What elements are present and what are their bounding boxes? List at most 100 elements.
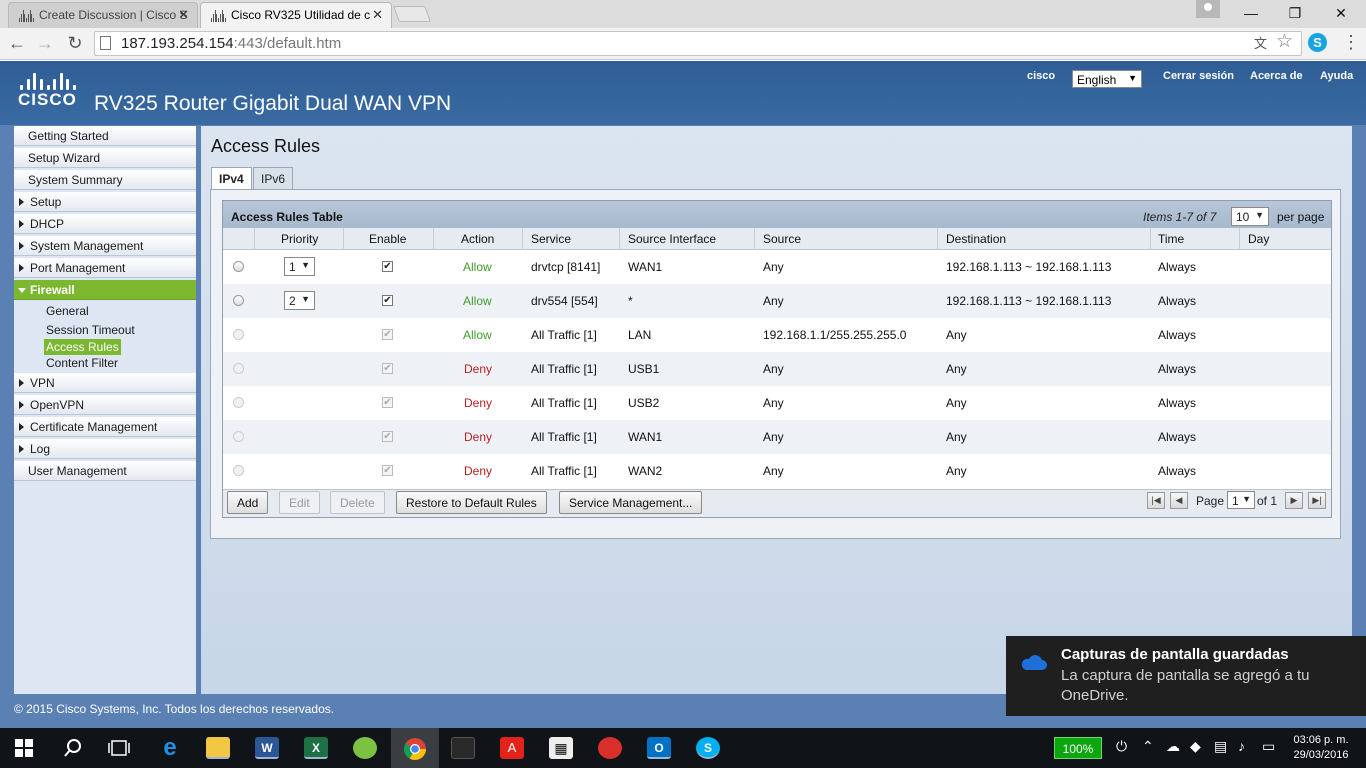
clock[interactable]: 03:06 p. m. 29/03/2016 xyxy=(1286,733,1356,763)
power-plug-icon[interactable]: ⏻ xyxy=(1116,738,1127,755)
reload-icon[interactable]: ↻ xyxy=(64,33,86,54)
close-tab-icon[interactable]: ✕ xyxy=(178,7,189,23)
acrobat-icon[interactable]: A xyxy=(500,737,524,759)
calculator-icon[interactable]: ▦ xyxy=(549,737,573,759)
copyright: © 2015 Cisco Systems, Inc. Todos los der… xyxy=(14,702,335,716)
nav-system-summary[interactable]: System Summary xyxy=(14,170,196,190)
notification-body: La captura de pantalla se agregó a tu On… xyxy=(1061,667,1310,704)
edit-button[interactable]: Edit xyxy=(279,491,320,514)
expand-arrow-icon xyxy=(19,198,24,206)
nav-vpn[interactable]: VPN xyxy=(14,373,196,393)
nav-sub-general[interactable]: General xyxy=(44,303,91,319)
bookmark-star-icon[interactable]: ☆ xyxy=(1276,30,1293,53)
action-center-icon[interactable]: ▭ xyxy=(1262,738,1275,755)
row-select-radio xyxy=(233,465,244,476)
priority-select[interactable]: 2 ▼ xyxy=(284,291,315,310)
per-page-label: per page xyxy=(1277,210,1325,224)
app-icon[interactable] xyxy=(451,737,475,759)
word-icon[interactable]: W xyxy=(255,737,279,759)
battery-indicator[interactable]: 100% xyxy=(1054,737,1102,759)
service-cell: All Traffic [1] xyxy=(531,328,597,342)
next-page-icon[interactable]: ▶ xyxy=(1285,492,1303,509)
edge-icon[interactable]: e xyxy=(158,736,182,760)
col-enable: Enable xyxy=(369,232,407,246)
onedrive-cloud-icon xyxy=(1021,655,1047,670)
nav-sub-access-rules[interactable]: Access Rules xyxy=(44,339,121,355)
close-tab-icon[interactable]: ✕ xyxy=(372,7,383,23)
skype-icon[interactable]: S xyxy=(696,737,720,759)
minimize-icon[interactable]: — xyxy=(1228,0,1274,26)
action-cell: Allow xyxy=(463,294,492,308)
row-select-radio[interactable] xyxy=(233,261,244,272)
browser-menu-icon[interactable]: ⋮ xyxy=(1342,32,1360,53)
about-link[interactable]: Acerca de xyxy=(1250,70,1303,82)
windows-start-icon[interactable] xyxy=(15,739,33,757)
priority-select[interactable]: 1 ▼ xyxy=(284,257,315,276)
language-select[interactable]: English ▼ xyxy=(1072,70,1142,88)
add-button[interactable]: Add xyxy=(227,491,269,514)
per-page-select[interactable]: 10 ▼ xyxy=(1231,207,1269,226)
current-user: cisco xyxy=(1027,70,1056,82)
new-tab-button[interactable] xyxy=(393,6,431,22)
close-window-icon[interactable]: ✕ xyxy=(1318,0,1364,26)
back-arrow-icon[interactable]: ← xyxy=(6,33,28,54)
col-action: Action xyxy=(461,232,495,246)
service-cell: All Traffic [1] xyxy=(531,362,597,376)
nav-sub-content-filter[interactable]: Content Filter xyxy=(44,355,120,371)
nav-port-management[interactable]: Port Management xyxy=(14,258,196,278)
help-link[interactable]: Ayuda xyxy=(1320,70,1353,82)
nav-getting-started[interactable]: Getting Started xyxy=(14,126,196,146)
nav-log[interactable]: Log xyxy=(14,439,196,459)
network-icon[interactable]: ▤ xyxy=(1214,738,1227,755)
logout-link[interactable]: Cerrar sesión xyxy=(1163,70,1234,82)
nav-label: Certificate Management xyxy=(30,420,158,434)
browser-tab-create-discussion[interactable]: Create Discussion | Cisco S ✕ xyxy=(8,2,198,28)
service-cell: All Traffic [1] xyxy=(531,430,597,444)
service-management-button[interactable]: Service Management... xyxy=(559,491,703,514)
translate-icon[interactable]: 文 xyxy=(1254,33,1272,51)
first-page-icon[interactable]: |◀ xyxy=(1147,492,1165,509)
tab-ipv6[interactable]: IPv6 xyxy=(253,167,294,189)
address-bar[interactable]: 187.193.254.154:443/default.htm xyxy=(94,31,1302,56)
browser-tab-cisco-rv325[interactable]: Cisco RV325 Utilidad de c ✕ xyxy=(200,2,392,28)
nav-sub-session-timeout[interactable]: Session Timeout xyxy=(44,322,137,338)
browser-user-icon[interactable] xyxy=(1196,0,1220,18)
nav-certificate-management[interactable]: Certificate Management xyxy=(14,417,196,437)
restore-default-rules-button[interactable]: Restore to Default Rules xyxy=(396,491,547,514)
show-hidden-icons-chevron-icon[interactable]: ⌃ xyxy=(1142,738,1154,755)
cisco-logo-text: CISCO xyxy=(18,90,77,109)
camera-app-icon[interactable] xyxy=(598,737,622,759)
greenshot-icon[interactable] xyxy=(353,737,377,759)
nav-setup[interactable]: Setup xyxy=(14,192,196,212)
task-view-icon[interactable] xyxy=(108,739,130,757)
outlook-icon[interactable]: O xyxy=(647,737,671,759)
restore-window-icon[interactable]: ❐ xyxy=(1272,0,1318,26)
nav-setup-wizard[interactable]: Setup Wizard xyxy=(14,148,196,168)
row-select-radio[interactable] xyxy=(233,295,244,306)
chevron-down-icon: ▼ xyxy=(301,260,310,270)
dropbox-icon[interactable]: ◆ xyxy=(1190,738,1201,755)
delete-button[interactable]: Delete xyxy=(330,491,385,514)
search-icon[interactable] xyxy=(63,738,83,758)
source-interface-cell: WAN1 xyxy=(628,430,663,444)
tab-ipv4[interactable]: IPv4 xyxy=(211,167,252,190)
onedrive-tray-icon[interactable]: ☁ xyxy=(1166,738,1180,755)
clock-date: 29/03/2016 xyxy=(1293,749,1349,761)
nav-firewall[interactable]: Firewall xyxy=(14,280,196,300)
last-page-icon[interactable]: ▶| xyxy=(1308,492,1326,509)
chrome-icon[interactable] xyxy=(403,737,427,761)
enable-checkbox[interactable]: ✔ xyxy=(382,295,393,306)
nav-dhcp[interactable]: DHCP xyxy=(14,214,196,234)
file-explorer-icon[interactable] xyxy=(206,737,230,759)
volume-icon[interactable]: ♪ xyxy=(1238,738,1245,754)
page-select[interactable]: 1 ▼ xyxy=(1227,491,1255,509)
excel-icon[interactable]: X xyxy=(304,737,328,759)
skype-extension-icon[interactable]: S xyxy=(1308,33,1327,52)
enable-checkbox[interactable]: ✔ xyxy=(382,261,393,272)
forward-arrow-icon[interactable]: → xyxy=(34,33,56,54)
previous-page-icon[interactable]: ◀ xyxy=(1170,492,1188,509)
chevron-down-icon: ▼ xyxy=(1128,73,1137,83)
nav-user-management[interactable]: User Management xyxy=(14,461,196,481)
nav-system-management[interactable]: System Management xyxy=(14,236,196,256)
nav-openvpn[interactable]: OpenVPN xyxy=(14,395,196,415)
